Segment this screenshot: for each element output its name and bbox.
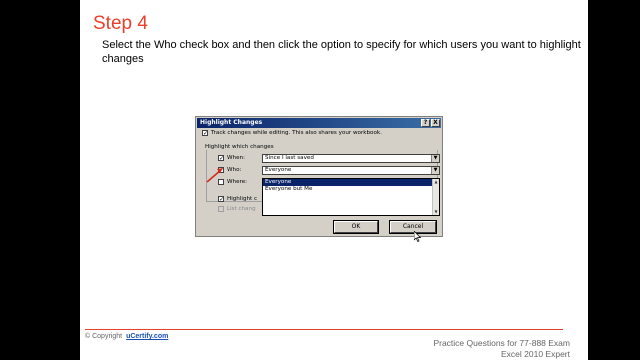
copyright-label: © Copyright (85, 333, 123, 340)
footer-exam-info: Practice Questions for 77-888 Exam Excel… (433, 338, 570, 360)
footer-divider (85, 329, 563, 330)
annotation-arrow-icon (206, 168, 223, 183)
footer-line-1: Practice Questions for 77-888 Exam (433, 338, 570, 348)
copyright: © Copyright uCertify.com (85, 333, 168, 340)
ucertify-link[interactable]: uCertify.com (126, 333, 168, 340)
footer-line-2: Excel 2010 Expert (501, 349, 570, 359)
slide: Step 4 Select the Who check box and then… (80, 0, 588, 360)
